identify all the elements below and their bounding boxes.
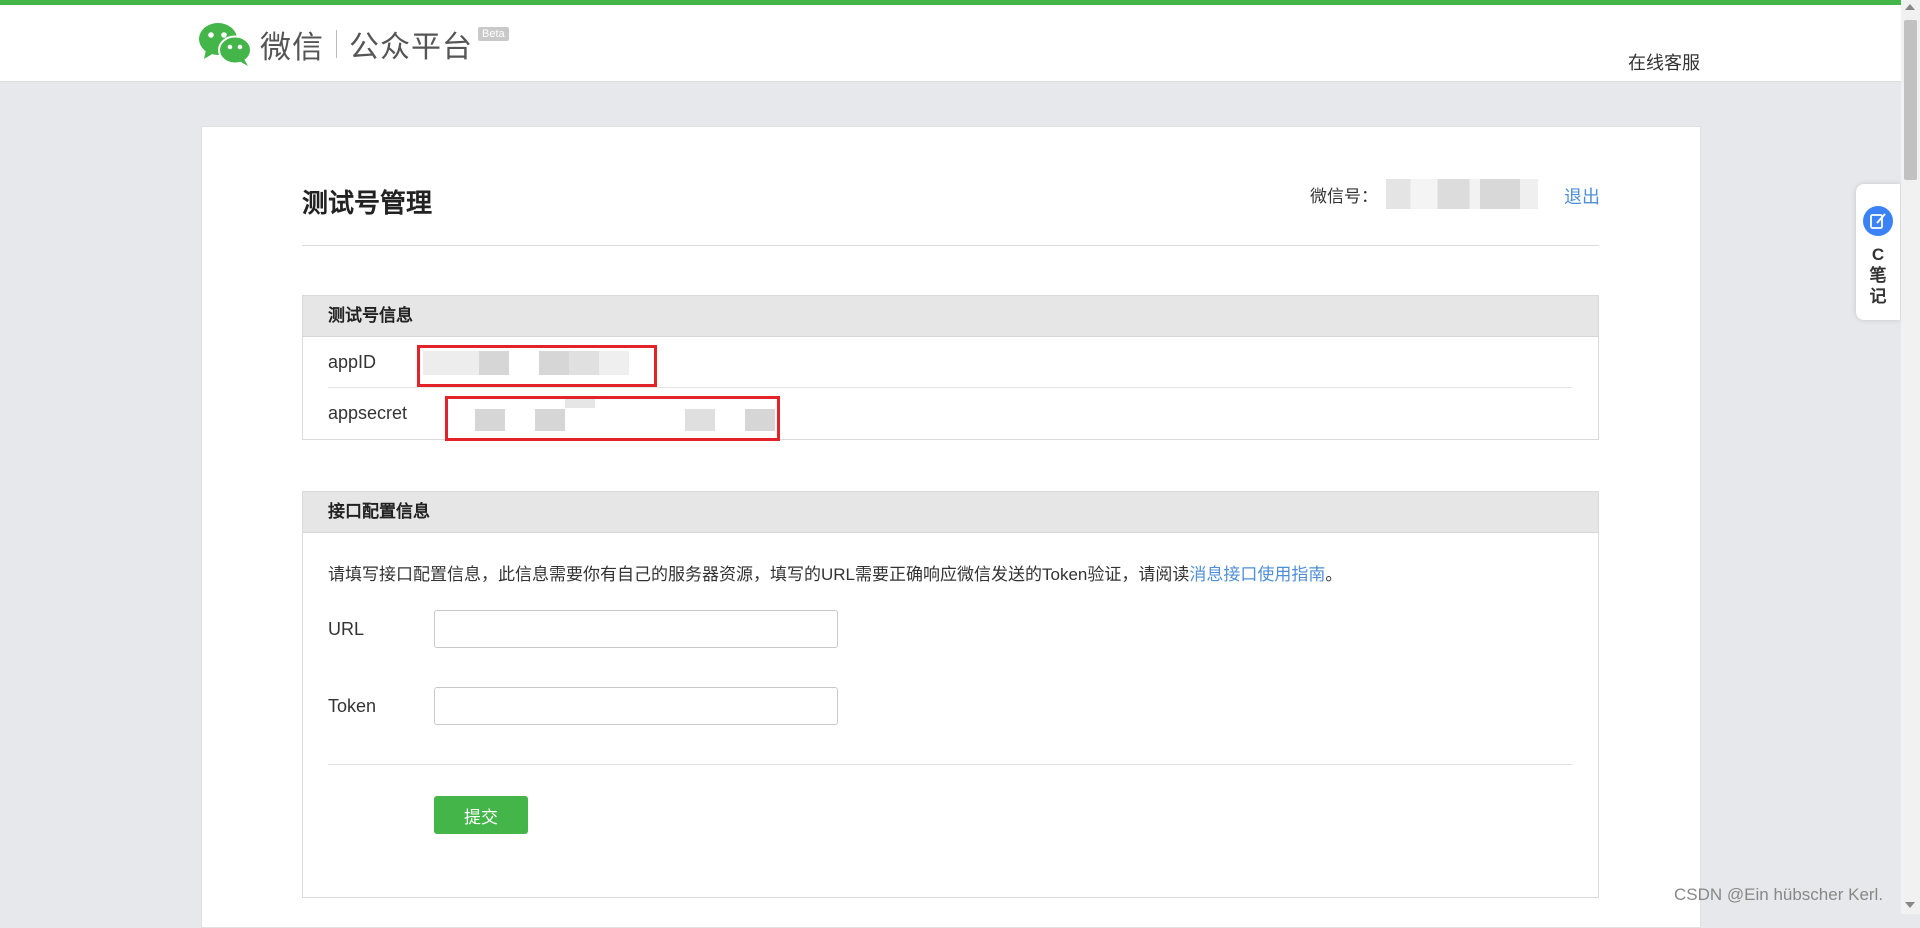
title-divider <box>302 245 1599 246</box>
appsecret-value-redacted <box>445 396 780 441</box>
side-widget-label: C笔记 <box>1869 245 1887 306</box>
account-label: 微信号： <box>1310 186 1378 206</box>
appsecret-row: appsecret <box>328 387 1573 441</box>
interface-config-panel: 接口配置信息 请填写接口配置信息，此信息需要你有自己的服务器资源，填写的URL需… <box>302 491 1599 898</box>
interface-config-panel-title: 接口配置信息 <box>303 492 1598 533</box>
wechat-logo[interactable]: 微信 公众平台 Beta <box>198 19 509 69</box>
scroll-thumb[interactable] <box>1904 20 1917 180</box>
appsecret-label: appsecret <box>328 403 408 423</box>
test-account-panel-title: 测试号信息 <box>303 296 1598 337</box>
scroll-up-arrow-icon[interactable] <box>1905 4 1915 10</box>
page-title: 测试号管理 <box>302 188 433 218</box>
description-period: 。 <box>1325 565 1343 584</box>
appid-label: appID <box>328 352 377 372</box>
interface-description: 请填写接口配置信息，此信息需要你有自己的服务器资源，填写的URL需要正确响应微信… <box>328 560 1342 585</box>
logout-link[interactable]: 退出 <box>1564 183 1600 209</box>
wechat-logo-icon <box>198 21 252 67</box>
appsecret-highlight-box <box>445 396 780 441</box>
vertical-scrollbar[interactable] <box>1901 0 1920 914</box>
test-account-panel: 测试号信息 appID appsecret <box>302 295 1599 441</box>
logo-divider <box>336 30 337 58</box>
note-edit-icon <box>1863 206 1893 236</box>
csdn-watermark: CSDN @Ein hübscher Kerl. <box>1674 885 1884 904</box>
main-card: 测试号管理 微信号： 退出 测试号信息 appID appsecret 接口配置… <box>201 126 1701 928</box>
header: 微信 公众平台 Beta 在线客服 <box>0 5 1901 82</box>
token-label: Token <box>328 696 377 716</box>
beta-badge: Beta <box>478 27 509 41</box>
url-label: URL <box>328 619 365 639</box>
scroll-down-arrow-icon[interactable] <box>1905 902 1915 908</box>
form-divider <box>328 764 1573 765</box>
token-input[interactable] <box>434 687 838 725</box>
side-note-widget[interactable]: C笔记 <box>1856 184 1900 320</box>
appid-highlight-box <box>417 345 657 387</box>
message-api-guide-link[interactable]: 消息接口使用指南 <box>1189 565 1325 584</box>
online-service-link[interactable]: 在线客服 <box>1628 49 1700 75</box>
logo-text-wechat: 微信 <box>260 29 324 65</box>
appid-value-redacted <box>417 345 657 387</box>
logo-text-platform: 公众平台 <box>349 31 473 64</box>
url-input[interactable] <box>434 610 838 648</box>
description-text: 请填写接口配置信息，此信息需要你有自己的服务器资源，填写的URL需要正确响应微信… <box>328 565 1190 584</box>
appid-row: appID <box>328 337 1573 387</box>
account-id-redacted <box>1386 179 1538 209</box>
submit-button[interactable]: 提交 <box>434 796 528 834</box>
account-info: 微信号： <box>1310 179 1538 209</box>
